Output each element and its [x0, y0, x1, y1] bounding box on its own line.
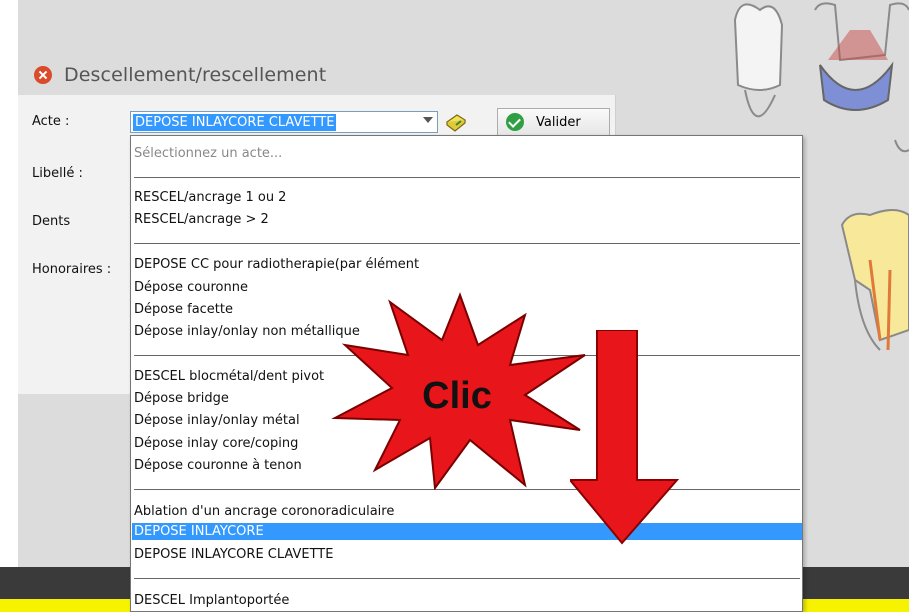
list-item-selected[interactable]: DEPOSE INLAYCORE	[132, 523, 802, 540]
list-item[interactable]: DESCEL Implantoportée	[134, 592, 802, 609]
arrow-shape	[570, 330, 680, 545]
separator	[134, 177, 800, 178]
close-icon[interactable]	[34, 66, 52, 84]
list-item[interactable]: RESCEL/ancrage > 2	[134, 211, 802, 228]
list-item[interactable]: RESCEL/ancrage 1 ou 2	[134, 189, 802, 206]
acte-label: Acte :	[32, 114, 70, 129]
separator	[134, 578, 800, 579]
acte-selected-value: DEPOSE INLAYCORE CLAVETTE	[133, 114, 337, 131]
list-item[interactable]: DEPOSE INLAYCORE CLAVETTE	[134, 546, 802, 563]
caret-down-icon[interactable]	[423, 117, 433, 123]
list-item[interactable]: DEPOSE CC pour radiotherapie(par élément	[134, 256, 802, 273]
clic-burst-annotation: Clic	[331, 292, 586, 490]
clic-label: Clic	[422, 375, 492, 417]
dents-label: Dents	[32, 214, 71, 229]
libelle-label: Libellé :	[32, 166, 83, 181]
book-icon[interactable]	[445, 112, 467, 132]
dropdown-placeholder[interactable]: Sélectionnez un acte...	[134, 145, 802, 162]
check-icon	[506, 113, 524, 131]
left-margin	[0, 0, 18, 612]
dialog-title: Descellement/rescellement	[64, 64, 327, 86]
valider-label: Valider	[536, 114, 581, 130]
down-arrow-annotation	[570, 330, 680, 545]
honoraires-label: Honoraires :	[32, 262, 112, 277]
valider-button[interactable]: Valider	[497, 108, 610, 136]
acte-select[interactable]: DEPOSE INLAYCORE CLAVETTE	[130, 111, 438, 133]
dialog-title-row: Descellement/rescellement	[34, 62, 326, 88]
separator	[134, 243, 800, 244]
list-item[interactable]: Ablation d'un ancrage coronoradiculaire	[134, 503, 802, 520]
